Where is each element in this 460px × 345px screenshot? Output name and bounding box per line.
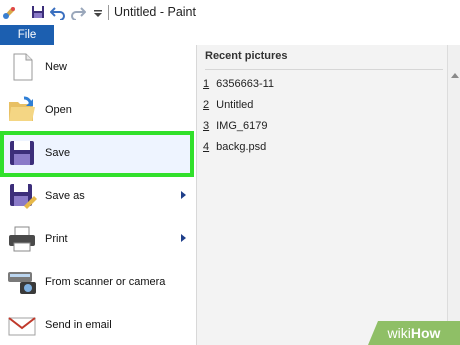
divider bbox=[205, 69, 443, 70]
menu-item-open[interactable]: Open bbox=[0, 90, 196, 130]
menu-item-save[interactable]: Save bbox=[0, 133, 196, 173]
menu-item-label: Open bbox=[45, 104, 72, 116]
recent-item[interactable]: 2 Untitled bbox=[203, 99, 253, 111]
menu-item-new[interactable]: New bbox=[0, 47, 196, 87]
paint-app-icon[interactable] bbox=[2, 4, 18, 20]
undo-icon[interactable] bbox=[50, 4, 66, 20]
save-as-icon bbox=[10, 184, 37, 209]
printer-icon bbox=[9, 226, 35, 252]
recent-item-number: 4 bbox=[203, 141, 210, 153]
menu-item-label: New bbox=[45, 61, 68, 73]
recent-item-number: 1 bbox=[203, 78, 210, 90]
menu-item-label: Print bbox=[45, 233, 68, 245]
menu-item-label: From scanner or camera bbox=[45, 276, 166, 288]
menu-item-print[interactable]: Print bbox=[0, 219, 196, 259]
customize-dropdown-icon[interactable] bbox=[90, 4, 106, 20]
title-bar: Untitled - Paint bbox=[0, 0, 460, 26]
recent-pictures-heading: Recent pictures bbox=[205, 50, 288, 62]
save-icon[interactable] bbox=[30, 4, 46, 20]
file-tab[interactable]: File bbox=[0, 25, 54, 45]
menu-item-label: Save as bbox=[45, 190, 85, 202]
save-icon bbox=[10, 141, 34, 165]
scroll-up-icon[interactable] bbox=[451, 73, 459, 78]
watermark-prefix: wiki bbox=[387, 325, 411, 341]
menu-item-send-email[interactable]: Send in email bbox=[0, 305, 196, 345]
recent-item[interactable]: 3 IMG_6179 bbox=[203, 120, 268, 132]
submenu-arrow-icon bbox=[181, 234, 186, 242]
file-menu: New Open Save Save as Print From scanner… bbox=[0, 45, 197, 345]
submenu-arrow-icon bbox=[181, 191, 186, 199]
menu-item-label: Save bbox=[45, 147, 71, 159]
recent-item[interactable]: 4 backg.psd bbox=[203, 141, 266, 153]
scanner-camera-icon bbox=[8, 272, 36, 294]
recent-item-name: IMG_6179 bbox=[216, 120, 268, 132]
ribbon-tab-row: File bbox=[0, 25, 460, 45]
wikihow-watermark: wiki How bbox=[368, 321, 460, 345]
email-icon bbox=[8, 317, 36, 336]
menu-item-save-as[interactable]: Save as bbox=[0, 176, 196, 216]
vertical-scrollbar[interactable] bbox=[447, 45, 460, 345]
new-document-icon bbox=[13, 53, 33, 81]
recent-item-number: 3 bbox=[203, 120, 210, 132]
menu-item-label: Send in email bbox=[45, 319, 112, 331]
redo-icon[interactable] bbox=[70, 4, 86, 20]
window-title: Untitled - Paint bbox=[114, 5, 196, 19]
recent-item-number: 2 bbox=[203, 99, 210, 111]
open-folder-icon bbox=[9, 96, 35, 121]
watermark-suffix: How bbox=[410, 325, 441, 341]
title-separator bbox=[108, 5, 109, 20]
recent-item-name: Untitled bbox=[216, 99, 254, 111]
recent-item-name: backg.psd bbox=[216, 141, 267, 153]
recent-item[interactable]: 1 6356663-11 bbox=[203, 78, 274, 90]
recent-pictures-panel: Recent pictures 1 6356663-11 2 Untitled 3I… bbox=[197, 45, 447, 345]
menu-item-from-scanner[interactable]: From scanner or camera bbox=[0, 262, 196, 302]
recent-item-name: 6356663-11 bbox=[216, 78, 275, 90]
